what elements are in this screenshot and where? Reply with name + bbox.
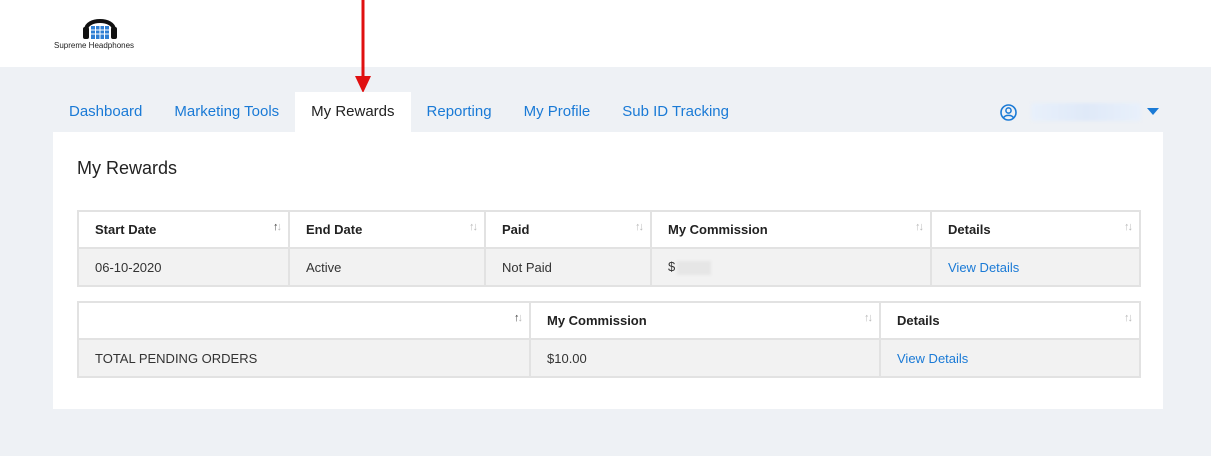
sort-icon[interactable]: ↑↓	[1124, 221, 1133, 233]
column-header-blank[interactable]: ↑↓	[77, 301, 531, 340]
column-header-my-commission[interactable]: My Commission ↑↓	[529, 301, 881, 340]
tab-dashboard[interactable]: Dashboard	[53, 92, 158, 132]
top-bar: Supreme Headphones	[0, 0, 1211, 67]
cell-label: TOTAL PENDING ORDERS	[77, 338, 531, 378]
user-circle-icon	[1000, 103, 1017, 121]
chevron-down-icon[interactable]	[1147, 108, 1159, 116]
sort-icon[interactable]: ↑↓	[273, 221, 282, 233]
column-label: My Commission	[668, 222, 768, 237]
user-name-redacted	[1031, 103, 1141, 121]
sort-icon[interactable]: ↑↓	[915, 221, 924, 233]
column-header-details[interactable]: Details ↑↓	[930, 210, 1141, 249]
column-label: Details	[897, 313, 940, 328]
column-label: End Date	[306, 222, 363, 237]
tab-my-rewards[interactable]: My Rewards	[295, 92, 411, 132]
column-label: My Commission	[547, 313, 647, 328]
sort-icon[interactable]: ↑↓	[1124, 312, 1133, 324]
view-details-link[interactable]: View Details	[948, 260, 1019, 275]
column-header-my-commission[interactable]: My Commission ↑↓	[650, 210, 932, 249]
user-menu[interactable]	[1000, 101, 1159, 123]
rewards-table: Start Date ↑↓ End Date ↑↓ Paid ↑↓ My Commis…	[77, 210, 1141, 287]
cell-details: View Details	[930, 247, 1141, 287]
cell-start-date: 06-10-2020	[77, 247, 290, 287]
brand-logo[interactable]: Supreme Headphones	[54, 12, 146, 52]
cell-details: View Details	[879, 338, 1141, 378]
table-row: 06-10-2020 Active Not Paid $ View Detail…	[77, 247, 1141, 287]
tab-marketing-tools[interactable]: Marketing Tools	[158, 92, 295, 132]
column-header-start-date[interactable]: Start Date ↑↓	[77, 210, 290, 249]
tab-sub-id-tracking[interactable]: Sub ID Tracking	[606, 92, 745, 132]
sort-icon[interactable]: ↑↓	[469, 221, 478, 233]
pending-orders-table: ↑↓ My Commission ↑↓ Details ↑↓ TOTAL PENDI…	[77, 301, 1141, 378]
annotation-arrow-icon	[355, 0, 371, 93]
redacted-amount	[677, 260, 712, 275]
sort-icon[interactable]: ↑↓	[864, 312, 873, 324]
headphones-logo-icon	[83, 19, 117, 39]
tab-my-profile[interactable]: My Profile	[508, 92, 607, 132]
column-label: Start Date	[95, 222, 157, 237]
main-nav-tabs: Dashboard Marketing Tools My Rewards Rep…	[53, 92, 745, 132]
brand-name: Supreme Headphones	[54, 41, 135, 50]
table-row: TOTAL PENDING ORDERS $10.00 View Details	[77, 338, 1141, 378]
view-details-link[interactable]: View Details	[897, 351, 968, 366]
column-label: Details	[948, 222, 991, 237]
column-header-end-date[interactable]: End Date ↑↓	[288, 210, 486, 249]
table-header-row: Start Date ↑↓ End Date ↑↓ Paid ↑↓ My Commis…	[77, 210, 1141, 249]
sort-icon[interactable]: ↑↓	[635, 221, 644, 233]
commission-value: $	[668, 259, 676, 275]
cell-paid: Not Paid	[484, 247, 652, 287]
table-header-row: ↑↓ My Commission ↑↓ Details ↑↓	[77, 301, 1141, 340]
tab-reporting[interactable]: Reporting	[411, 92, 508, 132]
column-label: Paid	[502, 222, 530, 237]
cell-end-date: Active	[288, 247, 486, 287]
column-header-paid[interactable]: Paid ↑↓	[484, 210, 652, 249]
cell-commission: $10.00	[529, 338, 881, 378]
column-header-details[interactable]: Details ↑↓	[879, 301, 1141, 340]
sort-icon[interactable]: ↑↓	[514, 312, 523, 324]
cell-commission: $	[650, 247, 932, 287]
rewards-card: My Rewards Start Date ↑↓ End Date ↑↓ Paid ↑…	[53, 132, 1163, 409]
page-title: My Rewards	[77, 158, 178, 178]
